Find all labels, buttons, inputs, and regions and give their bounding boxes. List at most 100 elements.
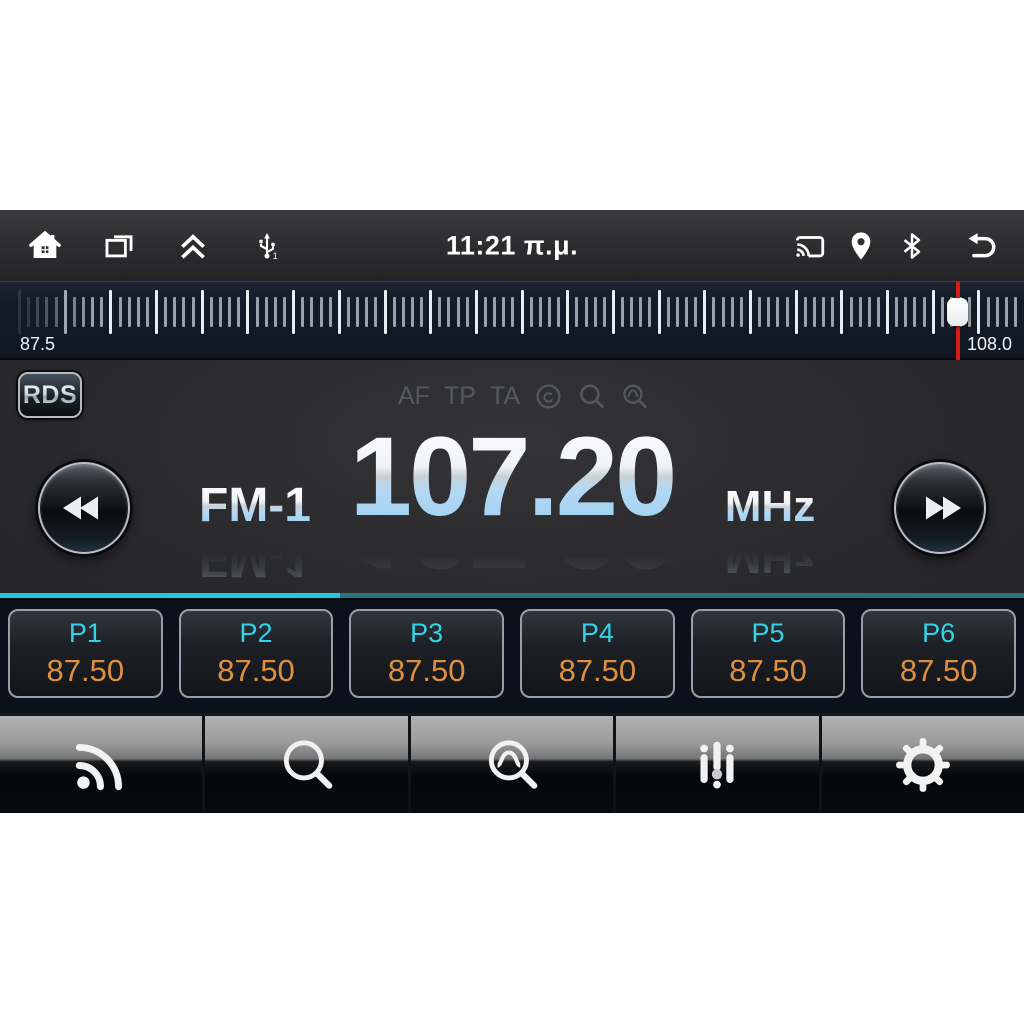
ruler-tick (794, 290, 798, 334)
ruler-tick (812, 297, 816, 327)
ruler-tick (72, 297, 76, 327)
ruler-tick (273, 297, 277, 327)
equalizer-icon (700, 741, 735, 789)
ruler-tick (511, 297, 515, 327)
ruler-tick (502, 297, 506, 327)
settings-button[interactable] (821, 716, 1024, 813)
ruler-tick (931, 290, 935, 334)
ruler-tick (639, 297, 643, 327)
ruler-tick (849, 297, 853, 327)
ruler-tick (593, 297, 597, 327)
ruler-tick (895, 297, 899, 327)
preset-button-p4[interactable]: P4 87.50 (520, 609, 675, 698)
ruler-tick (18, 290, 21, 334)
ruler-tick (246, 290, 250, 334)
bluetooth-icon (895, 229, 929, 263)
clock: 11:21 π.μ. (445, 230, 579, 260)
home-icon[interactable] (28, 229, 62, 263)
ruler-tick (703, 290, 707, 334)
ruler-tick (383, 290, 387, 334)
radio-indicators: AF TP TA (398, 382, 649, 411)
ruler-tick (913, 297, 917, 327)
ruler-tick (255, 297, 259, 327)
location-icon (844, 229, 878, 263)
preset-value: 87.50 (217, 653, 295, 688)
ruler-tick (831, 297, 835, 327)
ruler-tick (886, 290, 890, 334)
status-bar: 1 11:21 π.μ. (0, 210, 1024, 281)
ruler-tick (346, 297, 350, 327)
scan-button[interactable] (410, 716, 617, 813)
ruler-tick (822, 297, 826, 327)
ruler-tick (986, 297, 990, 327)
ruler-tick (356, 297, 360, 327)
preset-row: P1 87.50 P2 87.50 P3 87.50 P4 87.50 P5 87.50 P6 87.… (0, 600, 1024, 713)
tuning-thumb[interactable] (947, 298, 968, 326)
ruler-tick (977, 290, 981, 334)
ruler-tick (776, 297, 780, 327)
equalizer-button[interactable] (616, 716, 822, 813)
ruler-tick (447, 297, 451, 327)
ruler-tick (529, 297, 533, 327)
frequency-unit: MHz (670, 482, 870, 532)
ruler-tick (767, 297, 771, 327)
ruler-tick (904, 297, 908, 327)
preset-label: P1 (68, 618, 102, 648)
preset-button-p1[interactable]: P1 87.50 (8, 609, 163, 698)
seek-forward-button[interactable] (894, 462, 986, 554)
ruler-tick (584, 297, 588, 327)
ruler-tick (91, 297, 95, 327)
ruler-tick (922, 297, 926, 327)
ruler-tick (520, 290, 524, 334)
ruler-tick (648, 297, 652, 327)
ruler-tick (493, 297, 497, 327)
rds-label: RDS (22, 380, 78, 409)
preset-button-p2[interactable]: P2 87.50 (178, 609, 334, 698)
ruler-tick (557, 297, 561, 327)
main-display: RDS AF TP TA 107.20 MHz MHz (0, 360, 1024, 593)
preset-button-p3[interactable]: P3 87.50 (349, 609, 505, 698)
preset-label: P4 (580, 618, 614, 648)
ruler-tick (109, 290, 113, 334)
back-icon[interactable] (964, 229, 998, 263)
ruler-tick (36, 297, 40, 327)
ruler-tick (694, 297, 698, 327)
ruler-tick (392, 297, 396, 327)
preset-button-p6[interactable]: P6 87.50 (861, 609, 1017, 698)
ruler-tick (328, 297, 332, 327)
preset-button-p5[interactable]: P5 87.50 (690, 609, 846, 698)
ruler-tick (484, 297, 488, 327)
loop-circle-icon (536, 384, 561, 409)
bottom-toolbar (0, 713, 1024, 813)
ruler-tick (410, 297, 414, 327)
ruler-tick (301, 297, 305, 327)
search-button[interactable] (205, 716, 411, 813)
ruler-tick (438, 297, 442, 327)
ruler-tick (739, 297, 743, 327)
chevrons-up-icon[interactable] (176, 229, 210, 263)
ruler-tick (420, 297, 424, 327)
broadcast-icon (76, 743, 123, 790)
ruler-tick (621, 297, 625, 327)
frequency-ruler[interactable]: 87.5 108.0 (0, 281, 1024, 361)
ruler-tick (940, 297, 944, 327)
ruler-tick (968, 297, 972, 327)
tp-indicator: TP (443, 382, 476, 410)
ruler-tick (730, 297, 734, 327)
ruler-tick (182, 297, 186, 327)
ruler-tick (164, 297, 168, 327)
frequency-value: 107.20 (0, 412, 1024, 541)
ruler-tick (365, 297, 369, 327)
ruler-tick (858, 297, 862, 327)
ruler-tick (675, 297, 679, 327)
recent-apps-icon[interactable] (102, 229, 136, 263)
preset-label: P5 (751, 618, 785, 648)
ruler-tick (219, 297, 223, 327)
ruler-tick (995, 297, 999, 327)
ruler-tick (456, 297, 460, 327)
magnifier-wave-icon (623, 384, 647, 408)
tuning-indicator (947, 282, 968, 361)
broadcast-button[interactable] (0, 716, 206, 813)
ruler-tick (282, 297, 286, 327)
settings-gear-icon (895, 737, 950, 792)
